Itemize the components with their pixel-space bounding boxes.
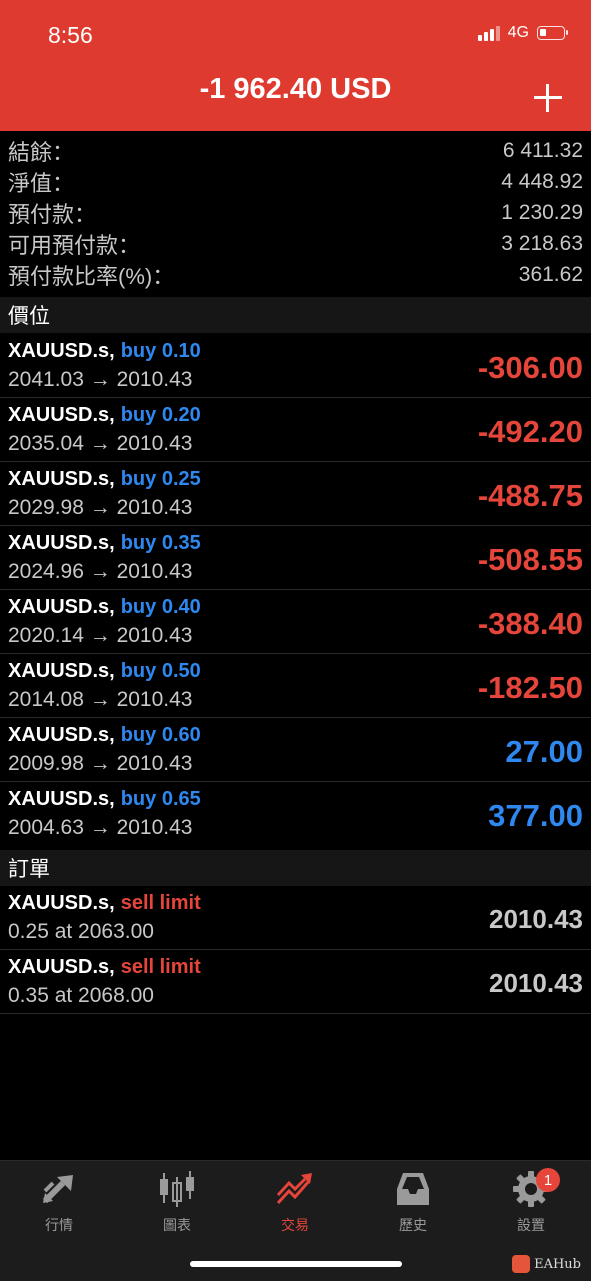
- floating-pl-title: -1 962.40 USD: [199, 73, 392, 105]
- position-profit: -492.20: [477, 414, 583, 449]
- summary-value: 3 218.63: [501, 231, 583, 255]
- position-row[interactable]: XAUUSD.s, buy 0.35 2024.96 → 2010.43 -508…: [0, 526, 591, 590]
- position-prices: 2024.96 → 2010.43: [8, 560, 193, 583]
- positions-section-header: 價位: [0, 297, 591, 333]
- position-prices: 2035.04 → 2010.43: [8, 432, 193, 455]
- position-prices: 2009.98 → 2010.43: [8, 752, 193, 775]
- watermark: EAHub: [512, 1255, 581, 1273]
- position-profit: -306.00: [477, 350, 583, 385]
- add-order-button[interactable]: [534, 84, 562, 112]
- tab-quotes[interactable]: 行情: [0, 1169, 118, 1235]
- order-current-price: 2010.43: [489, 904, 583, 934]
- trade-trend-icon: [276, 1173, 312, 1205]
- position-row[interactable]: XAUUSD.s, buy 0.50 2014.08 → 2010.43 -182…: [0, 654, 591, 718]
- tab-label: 設置: [517, 1217, 545, 1233]
- position-prices: 2004.63 → 2010.43: [8, 816, 193, 839]
- position-side: buy 0.20: [120, 404, 201, 426]
- summary-value: 4 448.92: [501, 169, 583, 193]
- summary-row-margin: 預付款： 1 230.29: [0, 197, 591, 228]
- position-side: buy 0.35: [120, 532, 201, 554]
- order-symbol: XAUUSD.s,: [8, 892, 115, 914]
- tab-label: 圖表: [163, 1217, 191, 1233]
- tab-label: 歷史: [399, 1217, 427, 1233]
- position-symbol: XAUUSD.s,: [8, 404, 115, 426]
- tab-label: 行情: [45, 1217, 73, 1233]
- summary-value: 1 230.29: [501, 200, 583, 224]
- account-summary: 結餘： 6 411.32 淨值： 4 448.92 預付款： 1 230.29 …: [0, 135, 591, 290]
- position-symbol: XAUUSD.s,: [8, 596, 115, 618]
- candlestick-chart-icon: [160, 1171, 194, 1207]
- position-profit: -182.50: [477, 670, 583, 705]
- signal-icon: [477, 25, 500, 41]
- watermark-logo-icon: [512, 1255, 531, 1273]
- summary-label: 結餘：: [8, 139, 75, 165]
- tab-label: 交易: [281, 1217, 309, 1233]
- summary-row-balance: 結餘： 6 411.32: [0, 135, 591, 166]
- position-profit: 27.00: [505, 734, 583, 769]
- position-side: buy 0.60: [120, 724, 201, 746]
- position-side: buy 0.40: [120, 596, 201, 618]
- position-profit: -388.40: [477, 606, 583, 641]
- positions-list: XAUUSD.s, buy 0.10 2041.03 → 2010.43 -306…: [0, 334, 591, 846]
- summary-value: 361.62: [518, 262, 583, 286]
- position-symbol: XAUUSD.s,: [8, 340, 115, 362]
- network-type: 4G: [507, 24, 529, 41]
- quotes-arrows-icon: [42, 1175, 73, 1204]
- tab-chart[interactable]: 圖表: [118, 1169, 236, 1235]
- position-side: buy 0.25: [120, 468, 201, 490]
- summary-label: 預付款比率(%)：: [8, 263, 175, 289]
- battery-icon: [537, 26, 568, 40]
- top-header: 8:56 4G -1 962.40 USD: [0, 0, 591, 131]
- position-symbol: XAUUSD.s,: [8, 468, 115, 490]
- inbox-history-icon: [397, 1173, 429, 1205]
- summary-value: 6 411.32: [502, 138, 583, 162]
- status-indicators: 4G: [477, 24, 568, 42]
- position-prices: 2020.14 → 2010.43: [8, 624, 193, 647]
- position-row[interactable]: XAUUSD.s, buy 0.10 2041.03 → 2010.43 -306…: [0, 334, 591, 398]
- position-symbol: XAUUSD.s,: [8, 532, 115, 554]
- summary-label: 預付款：: [8, 201, 97, 227]
- position-row[interactable]: XAUUSD.s, buy 0.40 2020.14 → 2010.43 -388…: [0, 590, 591, 654]
- position-row[interactable]: XAUUSD.s, buy 0.60 2009.98 → 2010.43 27.0…: [0, 718, 591, 782]
- summary-label: 淨值：: [8, 170, 75, 196]
- position-row[interactable]: XAUUSD.s, buy 0.65 2004.63 → 2010.43 377.…: [0, 782, 591, 846]
- notification-badge: 1: [536, 1168, 560, 1192]
- order-detail: 0.25 at 2063.00: [8, 920, 154, 943]
- position-side: buy 0.65: [120, 788, 201, 810]
- position-profit: 377.00: [488, 798, 583, 833]
- order-symbol: XAUUSD.s,: [8, 956, 115, 978]
- order-detail: 0.35 at 2068.00: [8, 984, 154, 1007]
- position-prices: 2041.03 → 2010.43: [8, 368, 193, 391]
- order-row[interactable]: XAUUSD.s, sell limit 0.25 at 2063.00 2010…: [0, 886, 591, 950]
- home-indicator[interactable]: [190, 1261, 402, 1267]
- summary-row-free-margin: 可用預付款： 3 218.63: [0, 228, 591, 259]
- orders-section-header: 訂單: [0, 850, 591, 886]
- tab-trade[interactable]: 交易: [236, 1169, 354, 1235]
- status-time: 8:56: [48, 22, 93, 48]
- position-symbol: XAUUSD.s,: [8, 660, 115, 682]
- summary-row-equity: 淨值： 4 448.92: [0, 166, 591, 197]
- order-type: sell limit: [120, 956, 201, 978]
- order-type: sell limit: [120, 892, 201, 914]
- tab-history[interactable]: 歷史: [354, 1169, 472, 1235]
- position-side: buy 0.10: [120, 340, 201, 362]
- order-row[interactable]: XAUUSD.s, sell limit 0.35 at 2068.00 2010…: [0, 950, 591, 1014]
- watermark-text: EAHub: [534, 1256, 581, 1272]
- position-symbol: XAUUSD.s,: [8, 724, 115, 746]
- position-prices: 2014.08 → 2010.43: [8, 688, 193, 711]
- tab-settings[interactable]: 1 設置: [472, 1168, 590, 1235]
- position-profit: -488.75: [477, 478, 583, 513]
- position-profit: -508.55: [477, 542, 583, 577]
- position-side: buy 0.50: [120, 660, 201, 682]
- position-symbol: XAUUSD.s,: [8, 788, 115, 810]
- order-current-price: 2010.43: [489, 968, 583, 998]
- summary-label: 可用預付款：: [8, 232, 141, 258]
- position-prices: 2029.98 → 2010.43: [8, 496, 193, 519]
- orders-list: XAUUSD.s, sell limit 0.25 at 2063.00 2010…: [0, 886, 591, 1014]
- position-row[interactable]: XAUUSD.s, buy 0.20 2035.04 → 2010.43 -492…: [0, 398, 591, 462]
- summary-row-margin-level: 預付款比率(%)： 361.62: [0, 259, 591, 290]
- position-row[interactable]: XAUUSD.s, buy 0.25 2029.98 → 2010.43 -488…: [0, 462, 591, 526]
